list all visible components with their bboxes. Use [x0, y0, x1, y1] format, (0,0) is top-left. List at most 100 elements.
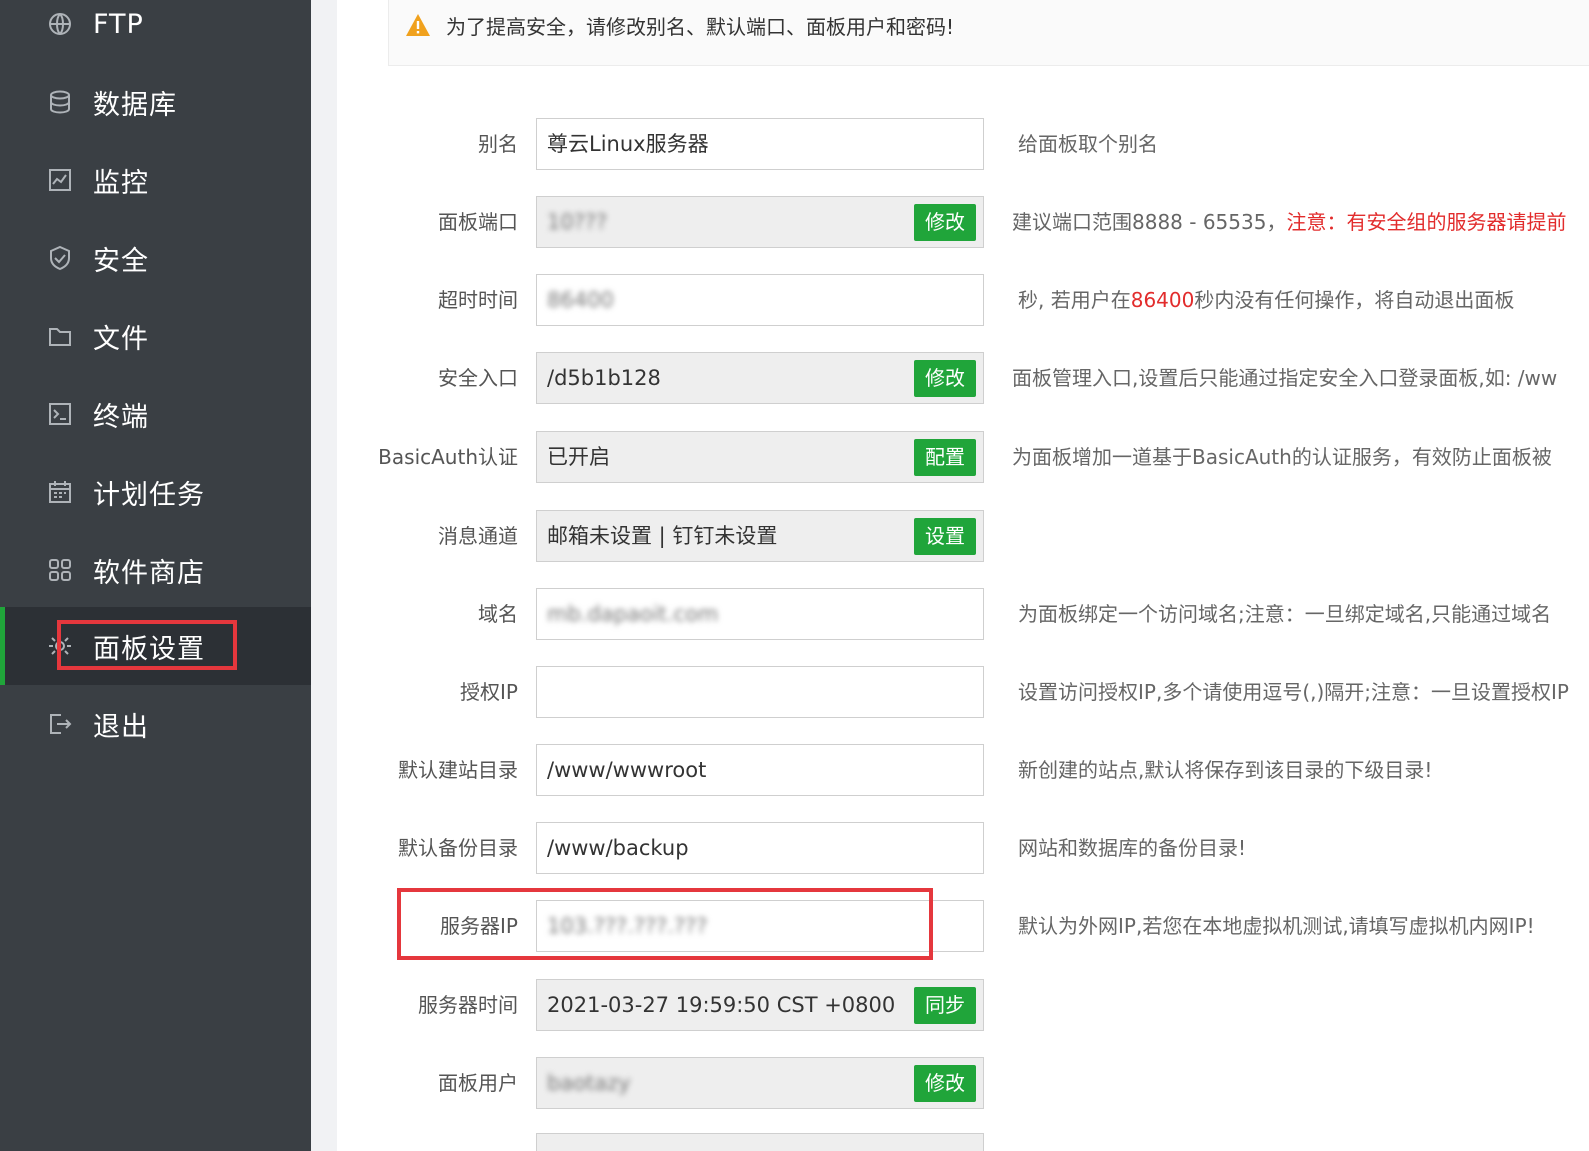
sidebar-item-security[interactable]: 安全: [0, 219, 311, 297]
content-gutter: [311, 0, 337, 1151]
logout-icon: [46, 710, 74, 738]
auth-ip-input[interactable]: [536, 666, 984, 718]
sidebar-item-label: 计划任务: [93, 479, 205, 511]
server-time-field: 2021-03-27 19:59:50 CST +0800 同步: [536, 979, 984, 1031]
basicauth-field: 已开启 配置: [536, 431, 984, 483]
globe-icon: [46, 10, 74, 38]
backup-dir-label: 默认备份目录: [398, 836, 518, 860]
server-time-value: 2021-03-27 19:59:50 CST +0800: [547, 993, 896, 1017]
message-label: 消息通道: [438, 524, 518, 548]
domain-input[interactable]: mb.dapaoit.com: [536, 588, 984, 640]
sidebar-item-files[interactable]: 文件: [0, 297, 311, 375]
port-hint: 建议端口范围8888 - 65535，注意：有安全组的服务器请提前: [1012, 196, 1566, 248]
sidebar-item-logout[interactable]: 退出: [0, 685, 311, 763]
setting-row-timeout: 超时时间 86400 秒, 若用户在86400秒内没有任何操作，将自动退出面板: [337, 274, 1589, 326]
port-field: 10??? 修改: [536, 196, 984, 248]
sidebar-item-terminal[interactable]: 终端: [0, 375, 311, 453]
folder-icon: [46, 322, 74, 350]
panel-password-field: [536, 1133, 984, 1151]
basicauth-hint: 为面板增加一道基于BasicAuth的认证服务，有效防止面板被: [1012, 445, 1552, 469]
security-warning-banner: 为了提高安全，请修改别名、默认端口、面板用户和密码!: [388, 0, 1589, 66]
site-dir-input[interactable]: /www/wwwroot: [536, 744, 984, 796]
warning-triangle-icon: [405, 13, 431, 37]
timeout-hint-suffix: 秒内没有任何操作，将自动退出面板: [1194, 288, 1515, 312]
auth-ip-label: 授权IP: [460, 680, 518, 704]
timeout-hint-prefix: 秒, 若用户在: [1018, 288, 1131, 312]
sidebar-item-database[interactable]: 数据库: [0, 63, 311, 141]
warning-text: 为了提高安全，请修改别名、默认端口、面板用户和密码!: [446, 15, 955, 39]
port-label: 面板端口: [438, 210, 518, 234]
backup-dir-value: /www/backup: [547, 836, 689, 860]
site-dir-label: 默认建站目录: [398, 758, 518, 782]
setting-row-site-dir: 默认建站目录 /www/wwwroot 新创建的站点,默认将保存到该目录的下级目…: [337, 744, 1589, 796]
panel-user-value: baotazy: [547, 1071, 631, 1095]
setting-row-alias: 别名 尊云Linux服务器 给面板取个别名: [337, 118, 1589, 170]
setting-row-message: 消息通道 邮箱未设置 | 钉钉未设置 设置: [337, 510, 1589, 562]
basicauth-config-button[interactable]: 配置: [914, 439, 976, 476]
timeout-label: 超时时间: [438, 288, 518, 312]
port-hint-warning: 注意：有安全组的服务器请提前: [1286, 210, 1567, 234]
message-value: 邮箱未设置 | 钉钉未设置: [547, 524, 778, 548]
site-dir-hint: 新创建的站点,默认将保存到该目录的下级目录!: [1018, 758, 1433, 782]
sidebar-item-appstore[interactable]: 软件商店: [0, 531, 311, 609]
timeout-hint: 秒, 若用户在86400秒内没有任何操作，将自动退出面板: [1018, 274, 1514, 326]
server-ip-highlight-box: [397, 888, 933, 960]
backup-dir-input[interactable]: /www/backup: [536, 822, 984, 874]
active-item-highlight-box: [57, 620, 237, 670]
domain-value: mb.dapaoit.com: [547, 602, 719, 626]
sidebar-item-label: 终端: [93, 401, 149, 433]
entry-label: 安全入口: [438, 366, 518, 390]
sidebar-item-label: 数据库: [93, 89, 177, 121]
sidebar-item-label: 软件商店: [93, 557, 205, 589]
server-ip-hint: 默认为外网IP,若您在本地虚拟机测试,请填写虚拟机内网IP!: [1018, 914, 1535, 938]
alias-label: 别名: [478, 132, 518, 156]
panel-user-modify-button[interactable]: 修改: [914, 1065, 976, 1102]
monitor-icon: [46, 166, 74, 194]
sidebar-item-label: FTP: [93, 8, 144, 40]
message-setup-button[interactable]: 设置: [914, 518, 976, 555]
timeout-value: 86400: [547, 288, 614, 312]
alias-hint: 给面板取个别名: [1018, 132, 1158, 156]
setting-row-auth-ip: 授权IP 设置访问授权IP,多个请使用逗号(,)隔开;注意：一旦设置授权IP: [337, 666, 1589, 718]
port-hint-text: 建议端口范围8888 - 65535，: [1012, 210, 1287, 234]
sidebar-item-monitor[interactable]: 监控: [0, 141, 311, 219]
setting-row-panel-user: 面板用户 baotazy 修改: [337, 1057, 1589, 1109]
domain-label: 域名: [478, 602, 518, 626]
entry-value: /d5b1b128: [547, 366, 661, 390]
sidebar-item-label: 监控: [93, 167, 149, 199]
shield-icon: [46, 244, 74, 272]
sidebar-item-cron[interactable]: 计划任务: [0, 453, 311, 531]
panel-user-label: 面板用户: [438, 1071, 518, 1095]
sidebar-item-ftp[interactable]: FTP: [0, 0, 311, 63]
database-icon: [46, 88, 74, 116]
timeout-input[interactable]: 86400: [536, 274, 984, 326]
alias-input[interactable]: 尊云Linux服务器: [536, 118, 984, 170]
sidebar-item-label: 退出: [93, 711, 149, 743]
apps-grid-icon: [46, 556, 74, 584]
sidebar: FTP 数据库 监控 安全 文件 终端 计划任务 软件商店 面板设置 退出: [0, 0, 311, 1151]
setting-row-server-time: 服务器时间 2021-03-27 19:59:50 CST +0800 同步: [337, 979, 1589, 1031]
calendar-icon: [46, 478, 74, 506]
server-time-sync-button[interactable]: 同步: [914, 987, 976, 1024]
panel-user-field: baotazy 修改: [536, 1057, 984, 1109]
port-modify-button[interactable]: 修改: [914, 204, 976, 241]
basicauth-value: 已开启: [547, 445, 610, 469]
alias-value: 尊云Linux服务器: [547, 132, 709, 156]
setting-row-basicauth: BasicAuth认证 已开启 配置 为面板增加一道基于BasicAuth的认证…: [337, 431, 1589, 483]
sidebar-item-label: 安全: [93, 245, 149, 277]
setting-row-entry: 安全入口 /d5b1b128 修改 面板管理入口,设置后只能通过指定安全入口登录…: [337, 352, 1589, 404]
port-value: 10???: [547, 210, 608, 234]
site-dir-value: /www/wwwroot: [547, 758, 707, 782]
auth-ip-hint: 设置访问授权IP,多个请使用逗号(,)隔开;注意：一旦设置授权IP: [1018, 680, 1569, 704]
entry-hint: 面板管理入口,设置后只能通过指定安全入口登录面板,如: /ww: [1012, 366, 1558, 390]
message-field: 邮箱未设置 | 钉钉未设置 设置: [536, 510, 984, 562]
sidebar-item-label: 文件: [93, 323, 149, 355]
backup-dir-hint: 网站和数据库的备份目录!: [1018, 836, 1247, 860]
setting-row-port: 面板端口 10??? 修改 建议端口范围8888 - 65535，注意：有安全组…: [337, 196, 1589, 248]
setting-row-domain: 域名 mb.dapaoit.com 为面板绑定一个访问域名;注意：一旦绑定域名,…: [337, 588, 1589, 640]
entry-field: /d5b1b128 修改: [536, 352, 984, 404]
terminal-icon: [46, 400, 74, 428]
basicauth-label: BasicAuth认证: [378, 445, 518, 469]
entry-modify-button[interactable]: 修改: [914, 360, 976, 397]
setting-row-backup-dir: 默认备份目录 /www/backup 网站和数据库的备份目录!: [337, 822, 1589, 874]
